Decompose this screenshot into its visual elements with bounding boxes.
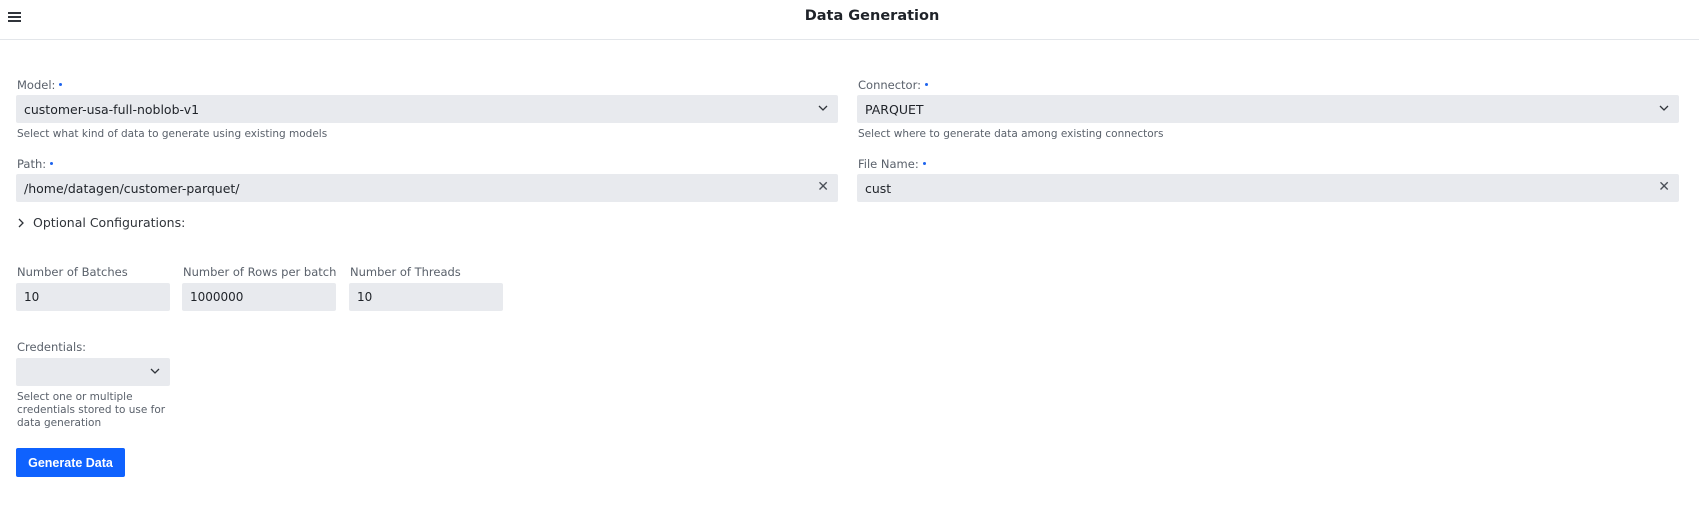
required-indicator bbox=[50, 162, 54, 165]
model-helper-text: Select what kind of data to generate usi… bbox=[17, 128, 328, 140]
optional-configurations-toggle[interactable]: Optional Configurations: bbox=[17, 215, 185, 230]
connector-helper-text: Select where to generate data among exis… bbox=[858, 128, 1164, 140]
generate-data-button[interactable]: Generate Data bbox=[16, 448, 125, 477]
threads-input[interactable]: 10 bbox=[349, 283, 503, 311]
required-indicator bbox=[922, 162, 926, 165]
model-select[interactable]: customer-usa-full-noblob-v1 bbox=[16, 95, 838, 123]
required-indicator bbox=[59, 83, 63, 86]
connector-label: Connector: bbox=[858, 78, 928, 92]
path-input-value: /home/datagen/customer-parquet/ bbox=[24, 180, 240, 196]
rows-per-batch-input[interactable]: 1000000 bbox=[182, 283, 336, 311]
page-title: Data Generation bbox=[804, 8, 940, 24]
chevron-down-icon bbox=[818, 105, 828, 111]
clear-icon[interactable]: ✕ bbox=[817, 180, 829, 194]
clear-icon[interactable]: ✕ bbox=[1658, 180, 1670, 194]
credentials-label: Credentials: bbox=[17, 340, 87, 354]
chevron-down-icon bbox=[1659, 105, 1669, 111]
chevron-right-icon bbox=[18, 218, 24, 227]
credentials-helper-line: Select one or multiple bbox=[17, 391, 133, 403]
required-indicator bbox=[925, 83, 928, 86]
model-select-value: customer-usa-full-noblob-v1 bbox=[24, 101, 200, 117]
connector-select-value: PARQUET bbox=[865, 101, 924, 117]
credentials-helper-line: credentials stored to use for bbox=[17, 404, 166, 416]
credentials-helper-text: Select one or multiple credentials store… bbox=[17, 391, 165, 430]
optional-configurations-label: Optional Configurations: bbox=[33, 215, 186, 230]
batches-input[interactable]: 10 bbox=[16, 283, 170, 311]
file-name-input[interactable]: cust ✕ bbox=[857, 174, 1679, 202]
path-label: Path: bbox=[17, 157, 54, 171]
credentials-select[interactable] bbox=[16, 358, 170, 386]
chevron-down-icon bbox=[150, 368, 160, 374]
path-input[interactable]: /home/datagen/customer-parquet/ ✕ bbox=[16, 174, 838, 202]
credentials-helper-line: data generation bbox=[17, 417, 102, 429]
connector-select[interactable]: PARQUET bbox=[857, 95, 1679, 123]
file-name-label: File Name: bbox=[858, 157, 926, 171]
app-header: Data Generation bbox=[0, 0, 1699, 40]
batches-label: Number of Batches bbox=[17, 265, 128, 279]
model-label: Model: bbox=[17, 78, 63, 92]
file-name-input-value: cust bbox=[865, 180, 892, 196]
rows-per-batch-label: Number of Rows per batch bbox=[183, 265, 337, 279]
threads-label: Number of Threads bbox=[350, 265, 461, 279]
